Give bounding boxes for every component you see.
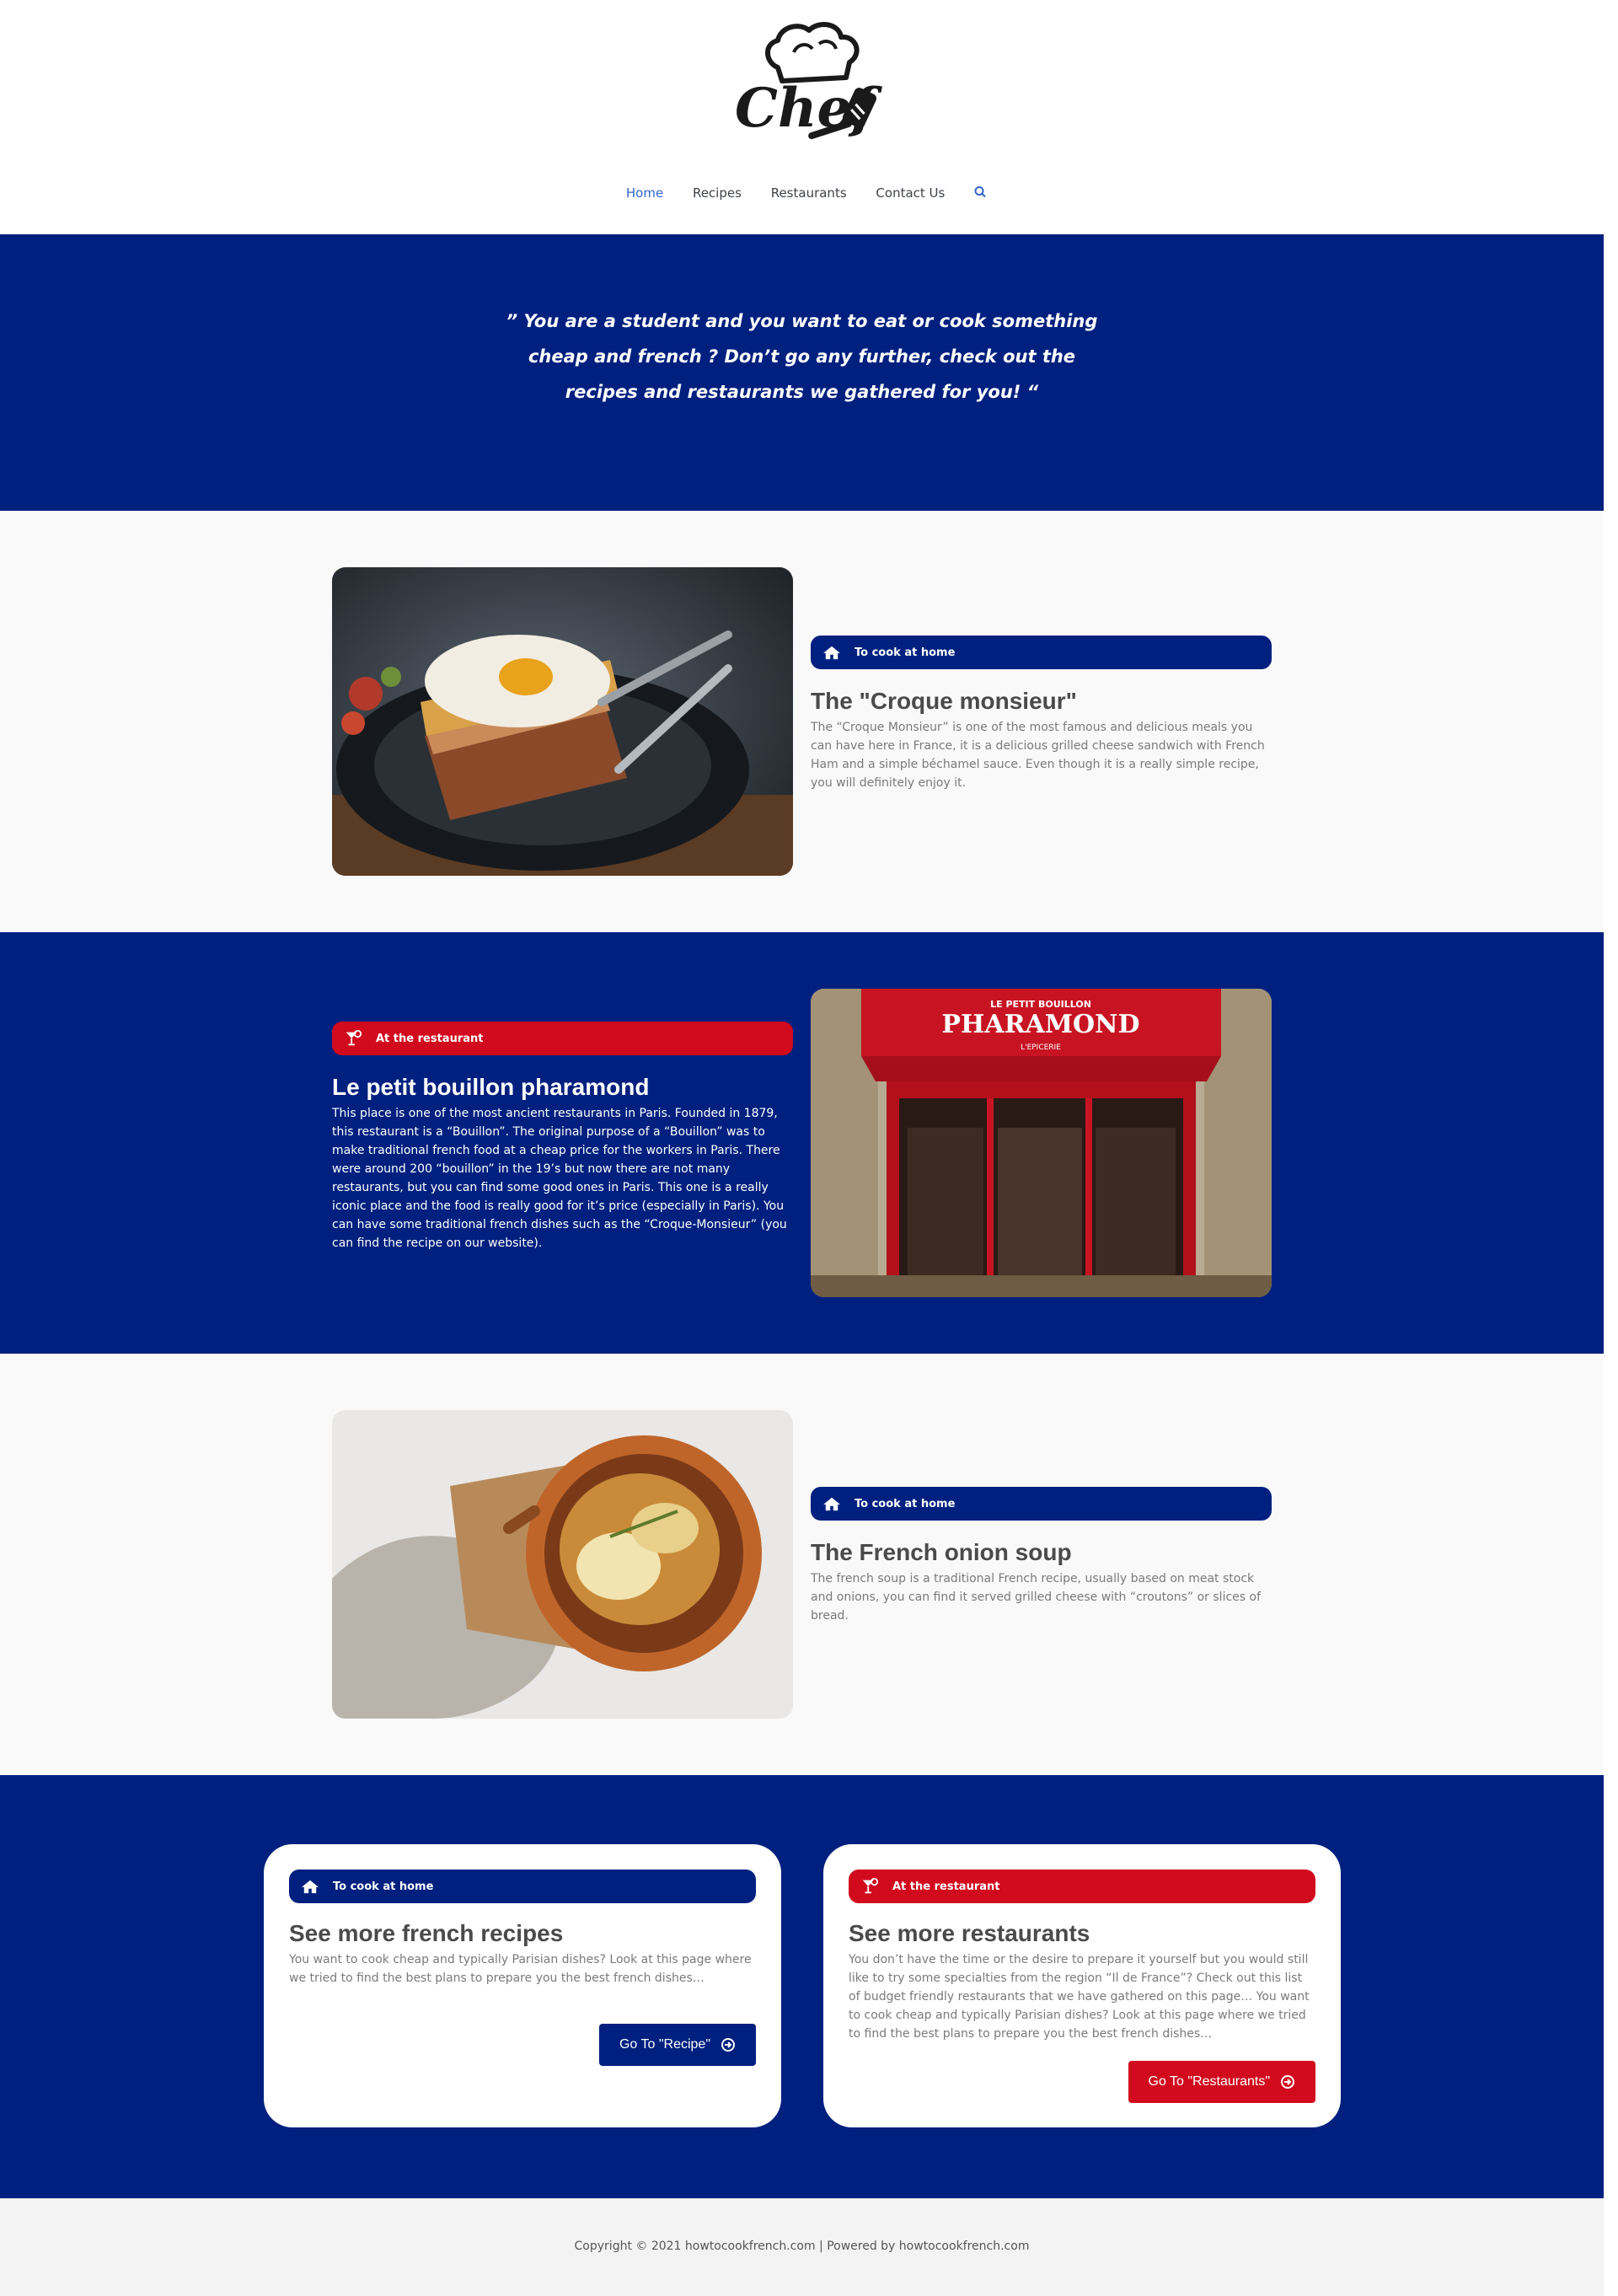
- button-label: Go To "Recipe": [619, 2037, 710, 2052]
- svg-text:LE PETIT BOUILLON: LE PETIT BOUILLON: [990, 999, 1091, 1010]
- search-icon[interactable]: [973, 185, 990, 199]
- tag-to-cook-at-home: To cook at home: [289, 1870, 756, 1903]
- feature-row-croque-monsieur: To cook at home The "Croque monsieur" Th…: [0, 511, 1604, 932]
- chef-hat-logo-icon: Chef: [735, 22, 882, 140]
- recipes-card: To cook at home See more french recipes …: [264, 1844, 781, 2127]
- tag-label: To cook at home: [333, 1880, 434, 1893]
- copyright-text: Copyright © 2021 howtocookfrench.com | P…: [574, 2240, 1030, 2253]
- svg-text:PHARAMOND: PHARAMOND: [941, 1010, 1139, 1039]
- feature-title: Le petit bouillon pharamond: [332, 1074, 650, 1100]
- feature-description: This place is one of the most ancient re…: [332, 1107, 787, 1250]
- arrow-circle-right-icon: [1281, 2075, 1294, 2089]
- nav-recipes[interactable]: Recipes: [693, 185, 742, 201]
- svg-text:L'EPICERIE: L'EPICERIE: [1021, 1043, 1061, 1052]
- tag-label: At the restaurant: [892, 1880, 1000, 1893]
- nav-home[interactable]: Home: [626, 185, 663, 201]
- tag-label: To cook at home: [855, 1497, 956, 1510]
- feature-description: The “Croque Monsieur” is one of the most…: [811, 721, 1265, 790]
- feature-description: The french soup is a traditional French …: [811, 1572, 1262, 1623]
- pharamond-storefront-photo: LE PETIT BOUILLON PHARAMOND L'EPICERIE: [811, 989, 1272, 1297]
- go-to-recipe-button[interactable]: Go To "Recipe": [598, 2024, 756, 2066]
- cocktail-icon: [339, 1028, 367, 1049]
- see-more-section: To cook at home See more french recipes …: [0, 1775, 1604, 2198]
- tag-at-the-restaurant: At the restaurant: [332, 1022, 793, 1055]
- home-icon: [817, 642, 846, 663]
- feature-title: The French onion soup: [811, 1539, 1072, 1565]
- home-icon: [296, 1876, 324, 1896]
- restaurants-card: At the restaurant See more restaurants Y…: [823, 1844, 1341, 2127]
- feature-row-pharamond: At the restaurant Le petit bouillon phar…: [0, 932, 1604, 1354]
- arrow-circle-right-icon: [721, 2038, 735, 2052]
- feature-text: To cook at home The French onion soup Th…: [811, 1487, 1272, 1625]
- page-right-edge: [1604, 0, 1618, 2296]
- card-content: To cook at home See more french recipes …: [289, 1870, 756, 1988]
- button-label: Go To "Restaurants": [1148, 2074, 1270, 2089]
- tag-at-the-restaurant: At the restaurant: [849, 1870, 1315, 1903]
- main-nav: Home Recipes Restaurants Contact Us: [0, 185, 1604, 201]
- nav-contact-us[interactable]: Contact Us: [876, 185, 945, 201]
- feature-row-onion-soup: To cook at home The French onion soup Th…: [0, 1354, 1604, 1775]
- tag-label: At the restaurant: [376, 1032, 484, 1045]
- card-description: You don’t have the time or the desire to…: [849, 1953, 1310, 2041]
- onion-soup-photo: [332, 1410, 793, 1719]
- tag-to-cook-at-home: To cook at home: [811, 1487, 1272, 1521]
- nav-restaurants[interactable]: Restaurants: [771, 185, 847, 201]
- card-title: See more french recipes: [289, 1920, 564, 1946]
- croque-monsieur-photo: [332, 567, 793, 876]
- hero-quote: ” You are a student and you want to eat …: [506, 311, 1098, 402]
- site-footer: Copyright © 2021 howtocookfrench.com | P…: [0, 2198, 1604, 2296]
- home-icon: [817, 1494, 846, 1514]
- tag-label: To cook at home: [855, 646, 956, 659]
- tag-to-cook-at-home: To cook at home: [811, 636, 1272, 669]
- site-header: Chef Home Recipes Restaurants Contact Us: [0, 0, 1604, 234]
- hero-banner: ” You are a student and you want to eat …: [0, 234, 1604, 511]
- cocktail-icon: [855, 1876, 884, 1896]
- card-title: See more restaurants: [849, 1920, 1090, 1946]
- feature-text: At the restaurant Le petit bouillon phar…: [332, 1022, 793, 1253]
- feature-title: The "Croque monsieur": [811, 688, 1077, 714]
- chef-logo[interactable]: Chef: [731, 19, 883, 150]
- go-to-restaurants-button[interactable]: Go To "Restaurants": [1128, 2061, 1315, 2103]
- feature-text: To cook at home The "Croque monsieur" Th…: [811, 636, 1272, 792]
- page: Chef Home Recipes Restaurants Contact Us…: [0, 0, 1604, 2296]
- card-content: At the restaurant See more restaurants Y…: [849, 1870, 1315, 2043]
- card-description: You want to cook cheap and typically Par…: [289, 1953, 752, 1985]
